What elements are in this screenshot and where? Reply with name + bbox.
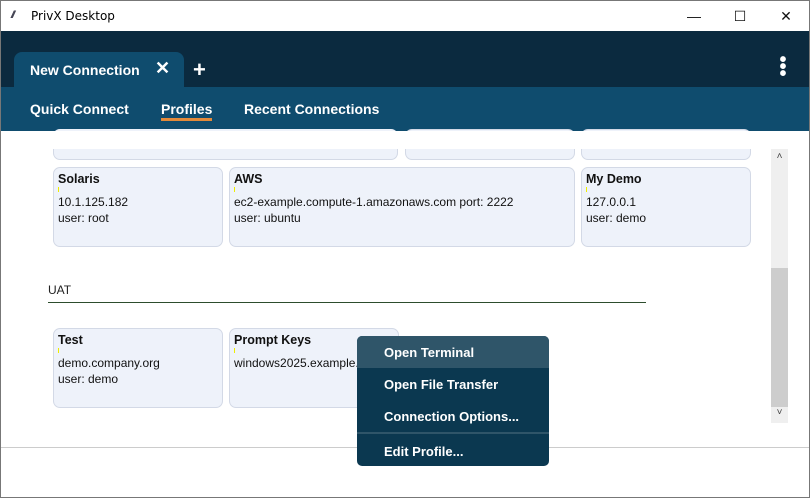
profile-name: Solaris bbox=[58, 172, 100, 186]
profile-card[interactable]: AWS ec2-example.compute-1.amazonaws.com … bbox=[229, 167, 575, 247]
vertical-scrollbar[interactable]: ˄ ˅ bbox=[771, 149, 788, 423]
profile-card[interactable]: My Demo 127.0.0.1 user: demo bbox=[581, 167, 751, 247]
title-bar: /// PrivX Desktop — ☐ ✕ bbox=[1, 1, 809, 31]
context-menu: Open Terminal Open File Transfer Connect… bbox=[357, 336, 549, 466]
privx-logo-icon: /// bbox=[11, 10, 16, 21]
tab-label: New Connection bbox=[30, 62, 140, 78]
tab-new-connection[interactable]: New Connection ✕ bbox=[14, 52, 184, 87]
window-title: PrivX Desktop bbox=[31, 9, 115, 23]
menu-open-terminal[interactable]: Open Terminal bbox=[357, 336, 549, 368]
menu-connection-options[interactable]: Connection Options... bbox=[357, 400, 549, 432]
minimize-button[interactable]: — bbox=[671, 1, 717, 31]
profile-user: user: root bbox=[58, 211, 109, 225]
sub-nav: Quick Connect Profiles Recent Connection… bbox=[1, 87, 809, 131]
tab-bar: New Connection ✕ + • • • bbox=[1, 31, 809, 87]
profile-user: user: demo bbox=[586, 211, 647, 225]
close-window-button[interactable]: ✕ bbox=[763, 1, 809, 31]
menu-open-file-transfer[interactable]: Open File Transfer bbox=[357, 368, 549, 400]
close-tab-icon[interactable]: ✕ bbox=[155, 58, 170, 79]
profile-card[interactable]: Solaris 10.1.125.182 user: root bbox=[53, 167, 223, 247]
profile-name: My Demo bbox=[586, 172, 642, 186]
profile-host: 10.1.125.182 bbox=[58, 195, 129, 209]
profile-host: ec2-example.compute-1.amazonaws.com port… bbox=[234, 195, 514, 209]
group-divider bbox=[48, 302, 646, 303]
scroll-thumb[interactable] bbox=[771, 268, 788, 407]
scroll-up-icon[interactable]: ˄ bbox=[771, 151, 788, 162]
menu-separator bbox=[357, 432, 549, 434]
nav-profiles[interactable]: Profiles bbox=[161, 101, 213, 121]
menu-edit-profile[interactable]: Edit Profile... bbox=[357, 435, 549, 466]
profile-name: AWS bbox=[234, 172, 263, 186]
profile-card[interactable]: Test demo.company.org user: demo bbox=[53, 328, 223, 408]
scroll-down-icon[interactable]: ˅ bbox=[771, 407, 788, 418]
nav-recent-connections[interactable]: Recent Connections bbox=[244, 101, 379, 117]
add-tab-button[interactable]: + bbox=[193, 57, 206, 83]
maximize-button[interactable]: ☐ bbox=[717, 1, 763, 31]
more-menu-icon[interactable]: • • • bbox=[779, 50, 787, 84]
group-label: UAT bbox=[48, 283, 72, 297]
profile-host: 127.0.0.1 bbox=[586, 195, 637, 209]
nav-quick-connect[interactable]: Quick Connect bbox=[30, 101, 129, 117]
profile-name: Test bbox=[58, 333, 83, 347]
profile-user: user: demo bbox=[58, 372, 119, 386]
profile-host: demo.company.org bbox=[58, 356, 160, 370]
profile-user: user: ubuntu bbox=[234, 211, 301, 225]
